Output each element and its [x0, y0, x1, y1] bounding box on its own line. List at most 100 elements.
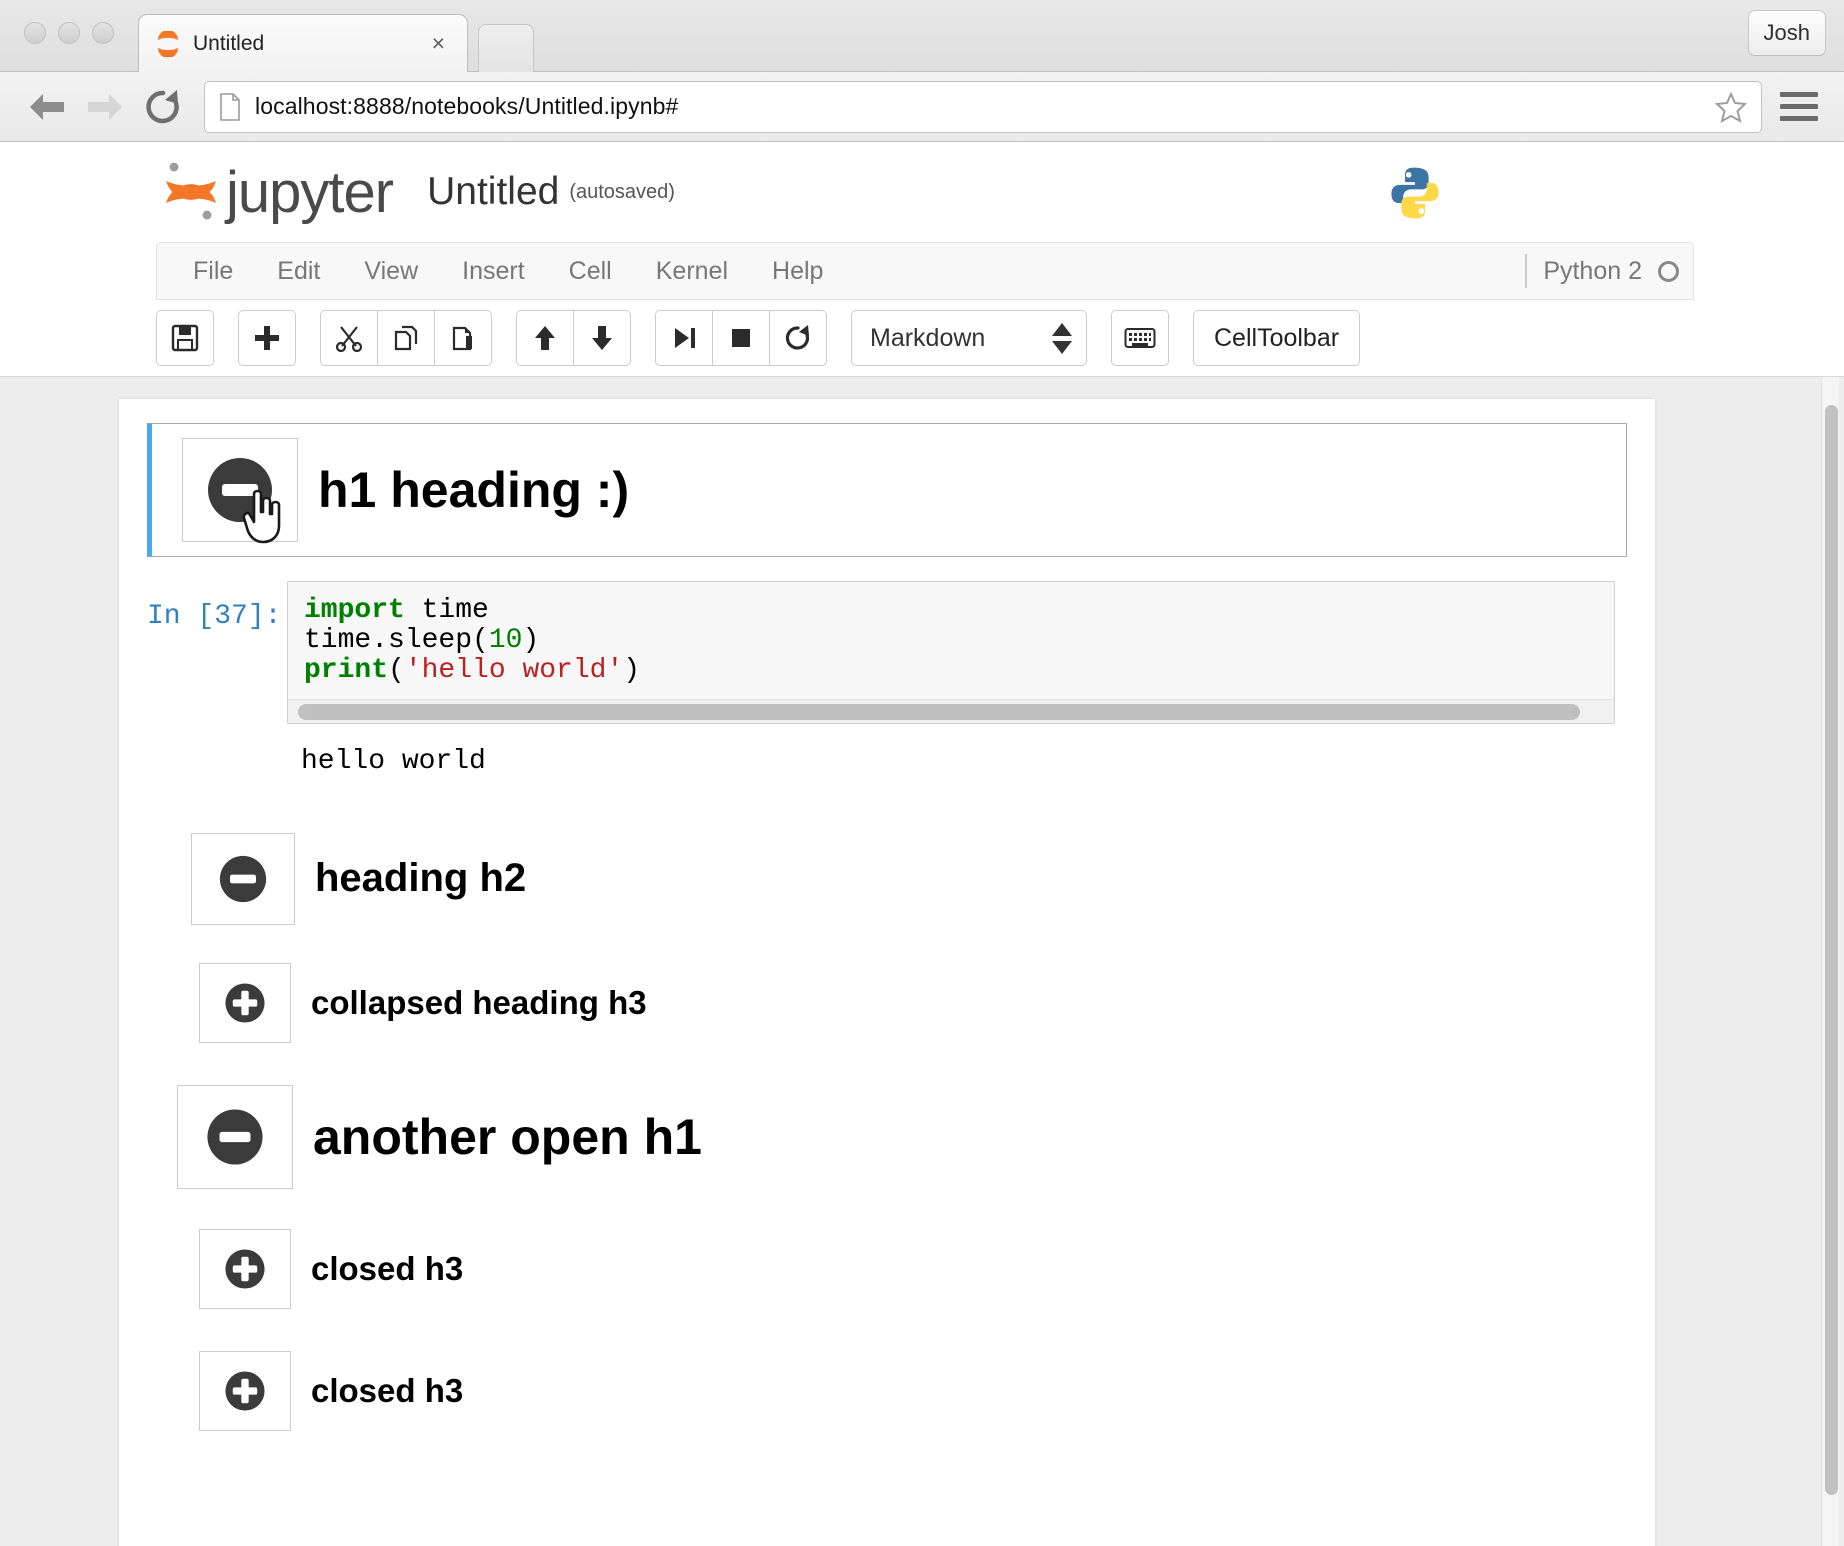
notebook-name[interactable]: Untitled — [427, 170, 559, 214]
notebook-paper: h1 heading :) In [37]: import time time.… — [119, 399, 1655, 1546]
save-button[interactable] — [156, 310, 214, 366]
reload-arrow-icon[interactable] — [134, 78, 192, 136]
code-token-time: time — [404, 595, 489, 626]
profile-button[interactable]: Josh — [1747, 10, 1826, 56]
browser-navbar: localhost:8888/notebooks/Untitled.ipynb# — [0, 72, 1844, 142]
menu-help[interactable]: Help — [750, 242, 845, 300]
move-cell-down-button[interactable] — [573, 310, 631, 366]
move-cell-up-button[interactable] — [516, 310, 574, 366]
maximize-window-button[interactable] — [92, 22, 114, 44]
code-token-import: import — [304, 595, 405, 626]
plus-circle-icon[interactable] — [199, 1228, 291, 1309]
heading-text: another open h1 — [313, 1108, 702, 1165]
code-token-string: 'hello world' — [404, 655, 624, 687]
notebook-toolbar: Markdown CellToolbar — [0, 300, 1844, 376]
minus-circle-icon[interactable] — [182, 438, 298, 544]
toolbar-group-keyboard — [1111, 310, 1169, 366]
browser-tab[interactable]: Untitled × — [138, 14, 468, 72]
heading-text: closed h3 — [311, 1249, 464, 1287]
python-logo-icon — [1386, 164, 1444, 227]
paste-cell-button[interactable] — [434, 310, 492, 366]
cell-list: h1 heading :) In [37]: import time time.… — [119, 399, 1655, 1431]
page-vertical-scrollbar[interactable] — [1821, 377, 1839, 1546]
browser-menu-icon[interactable] — [1772, 80, 1826, 134]
code-token-sleepcall: time.sleep( — [304, 625, 489, 657]
jupyter-wordmark: jupyter — [226, 159, 394, 225]
menubar: File Edit View Insert Cell Kernel Help P… — [156, 242, 1694, 300]
close-window-button[interactable] — [24, 22, 46, 44]
code-token-closeparen2: ) — [623, 655, 641, 687]
jupyter-header: jupyter Untitled (autosaved) — [0, 142, 1844, 242]
heading-cell-h1-selected[interactable]: h1 heading :) — [147, 423, 1627, 557]
address-bar[interactable]: localhost:8888/notebooks/Untitled.ipynb# — [204, 80, 1762, 133]
pointing-hand-cursor-icon — [242, 489, 281, 544]
browser-window: Untitled × Josh localhost:8888/notebooks… — [0, 0, 1844, 1546]
tab-title: Untitled — [193, 31, 265, 55]
heading-cell-h2[interactable]: heading h2 — [147, 832, 1627, 925]
code-horizontal-scrollbar[interactable] — [288, 698, 1614, 723]
menu-view[interactable]: View — [342, 242, 440, 300]
forward-arrow-icon[interactable] — [76, 78, 134, 136]
notebook-scroll-area: h1 heading :) In [37]: import time time.… — [0, 376, 1844, 1546]
back-arrow-icon[interactable] — [18, 78, 76, 136]
insert-cell-below-button[interactable] — [238, 310, 296, 366]
heading-text: heading h2 — [315, 856, 527, 901]
keyboard-shortcuts-button[interactable] — [1111, 310, 1169, 366]
plus-circle-icon[interactable] — [199, 962, 291, 1043]
code-output: hello world — [301, 745, 486, 777]
close-tab-icon[interactable]: × — [426, 32, 451, 55]
kernel-divider — [1525, 254, 1528, 288]
celltoolbar-button[interactable]: CellToolbar — [1193, 310, 1361, 366]
minus-circle-icon[interactable] — [177, 1084, 293, 1189]
menu-insert[interactable]: Insert — [440, 242, 547, 300]
minimize-window-button[interactable] — [58, 22, 80, 44]
menu-edit[interactable]: Edit — [255, 242, 342, 300]
bookmark-star-icon[interactable] — [1714, 91, 1748, 123]
cell-type-value: Markdown — [870, 323, 986, 352]
minus-circle-icon[interactable] — [191, 832, 295, 925]
scrollbar-thumb[interactable] — [298, 703, 1580, 720]
plus-circle-icon[interactable] — [199, 1350, 291, 1431]
heading-cell-h1-second[interactable]: another open h1 — [147, 1084, 1627, 1189]
chevron-updown-icon — [1052, 322, 1072, 354]
cut-cell-button[interactable] — [320, 310, 378, 366]
menubar-wrapper: File Edit View Insert Cell Kernel Help P… — [0, 242, 1844, 300]
execution-prompt: In [37]: — [147, 601, 282, 632]
kernel-idle-circle-icon[interactable] — [1658, 260, 1679, 282]
heading-text: collapsed heading h3 — [311, 983, 647, 1021]
toolbar-group-move — [516, 310, 631, 366]
page-document-icon — [219, 92, 241, 121]
interrupt-kernel-button[interactable] — [712, 310, 770, 366]
code-token-number: 10 — [488, 625, 523, 657]
cell-type-select[interactable]: Markdown — [851, 310, 1087, 366]
heading-cell-h3-collapsed[interactable]: collapsed heading h3 — [147, 962, 1627, 1043]
jupyter-favicon-icon — [155, 29, 181, 58]
copy-cell-button[interactable] — [377, 310, 435, 366]
toolbar-group-run — [655, 310, 827, 366]
code-token-openparen: ( — [388, 655, 405, 687]
run-cell-button[interactable] — [655, 310, 713, 366]
restart-kernel-button[interactable] — [769, 310, 827, 366]
menu-file[interactable]: File — [171, 242, 255, 300]
menu-cell[interactable]: Cell — [547, 242, 634, 300]
url-text: localhost:8888/notebooks/Untitled.ipynb# — [255, 93, 679, 119]
kernel-name-label: Python 2 — [1543, 256, 1642, 285]
new-tab-button[interactable] — [478, 24, 534, 72]
code-source: import time time.sleep(10) print('hello … — [288, 595, 1614, 699]
heading-cell-h3-closed-2[interactable]: closed h3 — [147, 1350, 1627, 1431]
code-cell[interactable]: In [37]: import time time.sleep(10) prin… — [147, 581, 1627, 724]
menu-kernel[interactable]: Kernel — [634, 242, 750, 300]
code-input-area[interactable]: import time time.sleep(10) print('hello … — [287, 581, 1615, 724]
toolbar-group-clipboard — [320, 310, 492, 366]
autosave-status: (autosaved) — [569, 180, 675, 203]
heading-cell-h3-closed-1[interactable]: closed h3 — [147, 1228, 1627, 1309]
code-token-print: print — [304, 655, 389, 687]
scrollbar-thumb[interactable] — [1825, 405, 1838, 1495]
heading-text: closed h3 — [311, 1371, 464, 1409]
kernel-indicator: Python 2 — [1525, 254, 1679, 288]
heading-text: h1 heading :) — [318, 462, 630, 518]
toolbar-group-insert — [238, 310, 296, 366]
jupyter-logo[interactable]: jupyter — [160, 157, 394, 227]
code-token-closeparen1: ) — [522, 625, 540, 657]
browser-tabstrip: Untitled × Josh — [0, 0, 1844, 72]
